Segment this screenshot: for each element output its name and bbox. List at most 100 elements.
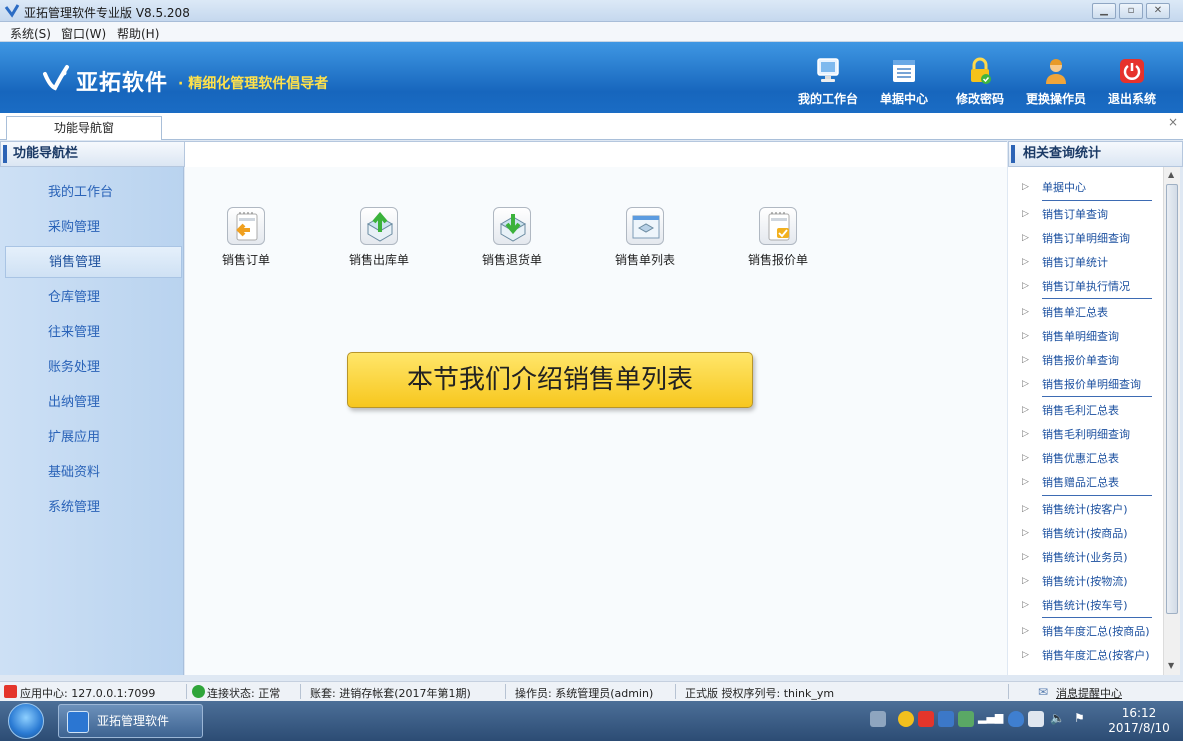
link-quotation-detail-query[interactable]: 销售报价单明细查询 (1022, 372, 1162, 397)
main-content: 销售订单 销售出库单 销售退货单 销售单列表 销售报价单 本节我们介绍销售单列表 (185, 167, 1007, 675)
nav-item-system[interactable]: 系统管理 (5, 492, 182, 524)
nav-item-sales[interactable]: 销售管理 (5, 246, 182, 278)
status-app-center: 应用中心: 127.0.0.1:7099 (20, 687, 156, 700)
message-center-link[interactable]: 消息提醒中心 (1056, 685, 1122, 701)
nav-item-basic-data[interactable]: 基础资料 (5, 457, 182, 489)
link-sales-order-query[interactable]: 销售订单查询 (1022, 202, 1162, 227)
link-stats-by-customer[interactable]: 销售统计(按客户) (1022, 497, 1162, 522)
brand-logo-icon (43, 65, 69, 91)
nav-item-warehouse[interactable]: 仓库管理 (5, 282, 182, 314)
separator (1042, 617, 1152, 618)
menu-help[interactable]: 帮助(H) (117, 25, 159, 42)
my-workbench-button[interactable]: 我的工作台 (793, 48, 863, 110)
connected-check-icon (192, 685, 205, 698)
link-gift-summary[interactable]: 销售赠品汇总表 (1022, 470, 1162, 495)
minimize-button[interactable]: ▁ (1092, 3, 1116, 19)
right-panel-title: 相关查询统计 (1023, 146, 1102, 161)
taskbar-clock[interactable]: 16:12 2017/8/10 (1104, 706, 1174, 736)
sales-outbound-label: 销售出库单 (348, 253, 409, 267)
sales-order-label: 销售订单 (221, 253, 270, 267)
volume-icon[interactable]: 🔈 (1050, 711, 1066, 727)
nav-item-workbench[interactable]: 我的工作台 (5, 177, 182, 209)
status-bar: 应用中心: 127.0.0.1:7099 连接状态: 正常 账套: 进销存帐套(… (0, 681, 1183, 701)
link-sales-order-detail-query[interactable]: 销售订单明细查询 (1022, 226, 1162, 251)
security-plus-icon[interactable] (898, 711, 914, 727)
box-down-arrow-icon (500, 214, 526, 242)
link-stats-by-vehicle[interactable]: 销售统计(按车号) (1022, 593, 1162, 618)
notepad-check-icon (768, 212, 790, 241)
link-document-center[interactable]: 单据中心 (1022, 175, 1162, 200)
document-list-icon (893, 60, 915, 82)
signal-icon[interactable]: ▂▄▆ (978, 711, 1003, 727)
tab-navigation-window[interactable]: 功能导航窗 (6, 116, 162, 140)
link-sales-order-execution[interactable]: 销售订单执行情况 (1022, 274, 1162, 299)
link-stats-by-product[interactable]: 销售统计(按商品) (1022, 521, 1162, 546)
maximize-button[interactable]: ▫ (1119, 3, 1143, 19)
separator (1008, 684, 1009, 699)
clock-date: 2017/8/10 (1108, 721, 1170, 735)
sales-list-button[interactable]: 销售单列表 (605, 207, 685, 268)
menu-bar: 系统(S) 窗口(W) 帮助(H) (0, 22, 1183, 42)
start-button[interactable] (8, 703, 44, 739)
link-annual-by-product[interactable]: 销售年度汇总(按商品) (1022, 619, 1162, 644)
link-gross-profit-summary[interactable]: 销售毛利汇总表 (1022, 398, 1162, 423)
header-banner: 亚拓软件 · 精细化管理软件倡导者 我的工作台 单据中心 修改密码 更换操作员 … (0, 42, 1183, 113)
nav-item-cashier[interactable]: 出纳管理 (5, 387, 182, 419)
right-panel-scrollbar[interactable]: ▲ ▼ (1163, 167, 1180, 675)
sales-list-label: 销售单列表 (614, 253, 675, 267)
sales-order-button[interactable]: 销售订单 (206, 207, 286, 268)
device-icon[interactable] (1028, 711, 1044, 727)
link-discount-summary[interactable]: 销售优惠汇总表 (1022, 446, 1162, 471)
close-tab-icon[interactable]: × (1168, 115, 1178, 129)
document-center-button[interactable]: 单据中心 (869, 48, 939, 110)
scroll-up-icon[interactable]: ▲ (1168, 170, 1174, 179)
separator (1042, 396, 1152, 397)
left-panel-title: 功能导航栏 (13, 146, 79, 161)
status-operator: 操作员: 系统管理员(admin) (515, 687, 654, 700)
link-sales-order-stats[interactable]: 销售订单统计 (1022, 250, 1162, 275)
link-stats-by-logistics[interactable]: 销售统计(按物流) (1022, 569, 1162, 594)
nav-item-purchase[interactable]: 采购管理 (5, 212, 182, 244)
network-tool-icon[interactable] (938, 711, 954, 727)
separator (1042, 495, 1152, 496)
shield-icon[interactable] (1008, 711, 1024, 727)
link-stats-by-salesperson[interactable]: 销售统计(业务员) (1022, 545, 1162, 570)
brand-name: 亚拓软件 (76, 71, 169, 96)
link-sales-summary[interactable]: 销售单汇总表 (1022, 300, 1162, 325)
sales-outbound-button[interactable]: 销售出库单 (339, 207, 419, 268)
link-quotation-query[interactable]: 销售报价单查询 (1022, 348, 1162, 373)
nav-item-accounts[interactable]: 往来管理 (5, 317, 182, 349)
exit-system-button[interactable]: 退出系统 (1097, 48, 1167, 110)
link-sales-detail-query[interactable]: 销售单明细查询 (1022, 324, 1162, 349)
app-center-tray-icon[interactable] (918, 711, 934, 727)
nav-item-finance[interactable]: 账务处理 (5, 352, 182, 384)
my-workbench-label: 我的工作台 (797, 92, 858, 106)
close-window-button[interactable]: ✕ (1146, 3, 1170, 19)
separator (505, 684, 506, 699)
link-annual-by-customer[interactable]: 销售年度汇总(按客户) (1022, 643, 1162, 668)
change-password-button[interactable]: 修改密码 (945, 48, 1015, 110)
exit-system-label: 退出系统 (1107, 92, 1156, 106)
link-gross-profit-detail[interactable]: 销售毛利明细查询 (1022, 422, 1162, 447)
box-tray-icon[interactable] (958, 711, 974, 727)
scrollbar-thumb[interactable] (1166, 184, 1178, 614)
sales-return-button[interactable]: 销售退货单 (472, 207, 552, 268)
related-queries-panel: 单据中心 销售订单查询 销售订单明细查询 销售订单统计 销售订单执行情况 销售单… (1008, 167, 1163, 675)
list-window-icon (632, 215, 660, 239)
nav-item-extensions[interactable]: 扩展应用 (5, 422, 182, 454)
left-navigation: 我的工作台 采购管理 销售管理 仓库管理 往来管理 账务处理 出纳管理 扩展应用… (0, 167, 184, 675)
separator (186, 684, 187, 699)
menu-system[interactable]: 系统(S) (10, 25, 51, 42)
separator (675, 684, 676, 699)
sales-quotation-button[interactable]: 销售报价单 (738, 207, 818, 268)
order-notepad-arrow-icon (236, 212, 258, 241)
taskbar-app-button[interactable]: 亚拓管理软件 (58, 704, 203, 738)
scroll-down-icon[interactable]: ▼ (1168, 661, 1174, 670)
flag-icon[interactable]: ⚑ (1074, 711, 1090, 727)
menu-window[interactable]: 窗口(W) (61, 25, 106, 42)
envelope-icon: ✉ (1038, 685, 1049, 699)
switch-operator-button[interactable]: 更换操作员 (1021, 48, 1091, 110)
clock-time: 16:12 (1121, 706, 1157, 720)
tab-strip: 功能导航窗 × (0, 113, 1183, 140)
keyboard-icon[interactable] (870, 711, 886, 727)
